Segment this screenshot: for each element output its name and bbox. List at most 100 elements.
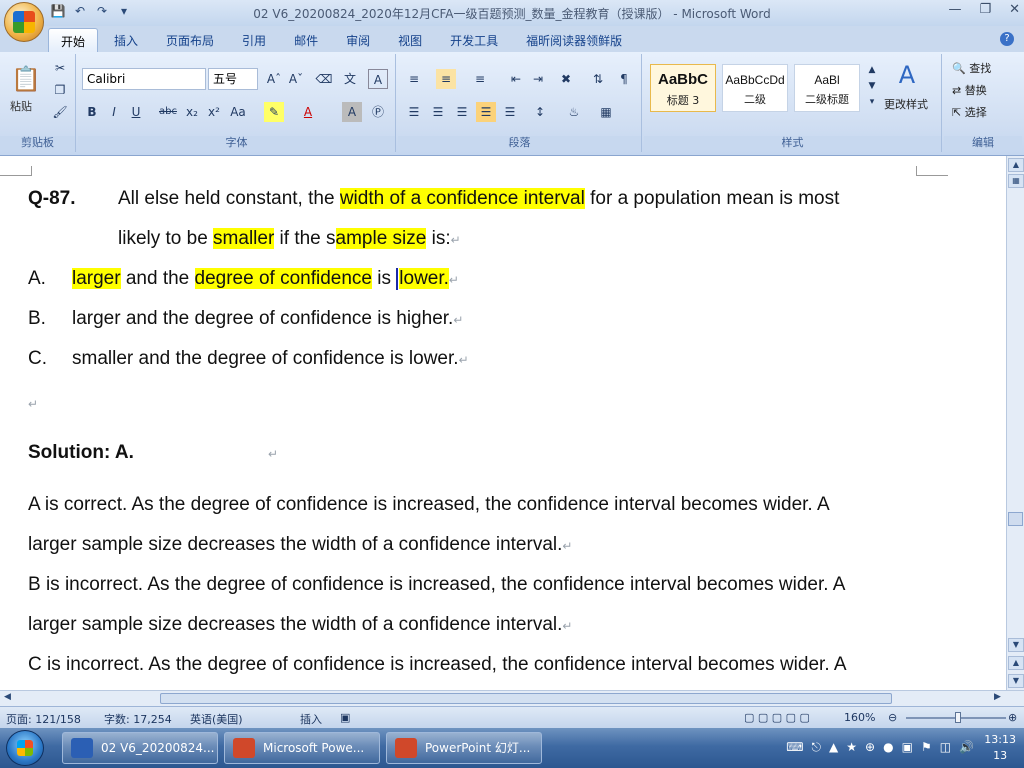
taskbar-item-powerpoint[interactable]: Microsoft Powe...: [224, 732, 380, 764]
horizontal-scrollbar[interactable]: ◀ ▶: [0, 690, 1024, 706]
insert-mode[interactable]: 插入: [300, 711, 322, 727]
select-button[interactable]: ⇱ 选择: [952, 104, 987, 120]
network-icon[interactable]: ◫: [940, 740, 951, 755]
tab-references[interactable]: 引用: [230, 28, 278, 52]
sort-icon[interactable]: ⇅: [588, 69, 608, 89]
numbering-icon[interactable]: ≡: [436, 69, 456, 89]
font-name-box[interactable]: Calibri: [82, 68, 206, 90]
view-buttons[interactable]: ▢ ▢ ▢ ▢ ▢: [744, 711, 810, 724]
close-icon[interactable]: ✕: [1009, 2, 1020, 17]
usb-icon[interactable]: ⎋: [812, 740, 822, 755]
macro-record-icon[interactable]: ▣: [340, 711, 350, 724]
line-spacing-icon[interactable]: ↕: [530, 102, 550, 122]
increase-indent-icon[interactable]: ⇥: [528, 69, 548, 89]
next-page-icon[interactable]: ▼: [1008, 674, 1024, 688]
distribute-icon[interactable]: ☰: [500, 102, 520, 122]
shading-icon[interactable]: ♨: [564, 102, 584, 122]
tab-home[interactable]: 开始: [48, 28, 99, 52]
taskbar-item-slideshow[interactable]: PowerPoint 幻灯...: [386, 732, 542, 764]
zoom-out-icon[interactable]: ⊖: [888, 711, 897, 724]
scroll-left-icon[interactable]: ◀: [4, 692, 11, 702]
enclose-char-icon[interactable]: Ⓟ: [368, 102, 388, 122]
multilevel-list-icon[interactable]: ≡: [470, 69, 490, 89]
volume-icon[interactable]: 🔊: [959, 740, 974, 755]
tab-page-layout[interactable]: 页面布局: [154, 28, 226, 52]
zoom-slider-knob[interactable]: [955, 712, 961, 723]
document-area[interactable]: Q-87. All else held constant, the width …: [0, 156, 1006, 690]
change-styles-icon[interactable]: A: [892, 60, 922, 90]
italic-icon[interactable]: I: [104, 102, 124, 122]
minimize-icon[interactable]: —: [948, 2, 961, 17]
align-right-icon[interactable]: ☰: [452, 102, 472, 122]
superscript-icon[interactable]: x²: [204, 102, 224, 122]
change-styles-label[interactable]: 更改样式: [884, 96, 928, 112]
vertical-scroll-thumb[interactable]: [1008, 512, 1023, 526]
scroll-right-icon[interactable]: ▶: [994, 692, 1001, 702]
grow-font-icon[interactable]: Aˆ: [264, 69, 284, 89]
app-icon[interactable]: ★: [846, 740, 857, 755]
borders-icon[interactable]: ▦: [596, 102, 616, 122]
style-level2-heading[interactable]: AaBl 二级标题: [794, 64, 860, 112]
clear-format-icon[interactable]: ⌫: [314, 69, 334, 89]
add-icon[interactable]: ⊕: [865, 740, 875, 755]
font-size-box[interactable]: 五号: [208, 68, 258, 90]
office-button[interactable]: [4, 2, 44, 42]
scroll-down-icon[interactable]: ▼: [1008, 638, 1024, 652]
keyboard-icon[interactable]: ⌨: [786, 740, 803, 755]
restore-icon[interactable]: ❐: [979, 2, 991, 17]
style-level2[interactable]: AaBbCcDd 二级: [722, 64, 788, 112]
ruler-toggle-icon[interactable]: ▦: [1008, 174, 1024, 188]
font-color-icon[interactable]: A: [298, 102, 318, 122]
justify-icon[interactable]: ☰: [476, 102, 496, 122]
show-hidden-icon[interactable]: ▲: [829, 740, 838, 755]
decrease-indent-icon[interactable]: ⇤: [506, 69, 526, 89]
help-icon[interactable]: ?: [1000, 32, 1014, 46]
solution-line-3: B is incorrect. As the degree of confide…: [28, 574, 846, 595]
strikethrough-icon[interactable]: abc: [158, 102, 178, 122]
vertical-scrollbar[interactable]: ▲ ▦ ▼ ▲ ▼: [1006, 156, 1024, 690]
format-painter-icon[interactable]: 🖌: [50, 102, 70, 122]
clock[interactable]: 13:13 13: [984, 732, 1016, 764]
scroll-up-icon[interactable]: ▲: [1008, 158, 1024, 172]
tab-insert[interactable]: 插入: [102, 28, 150, 52]
previous-page-icon[interactable]: ▲: [1008, 656, 1024, 670]
bullets-icon[interactable]: ≡: [404, 69, 424, 89]
align-left-icon[interactable]: ☰: [404, 102, 424, 122]
style-heading3[interactable]: AaBbC 标题 3: [650, 64, 716, 112]
change-case-icon[interactable]: Aa: [228, 102, 248, 122]
find-button[interactable]: 🔍 查找: [952, 60, 991, 76]
tab-mailings[interactable]: 邮件: [282, 28, 330, 52]
phonetic-guide-icon[interactable]: 文: [340, 69, 360, 89]
character-shading-icon[interactable]: A: [342, 102, 362, 122]
styles-scroll-icon[interactable]: ▲ ▼ ▾: [866, 62, 878, 114]
cut-icon[interactable]: ✂: [50, 58, 70, 78]
show-marks-icon[interactable]: ¶: [614, 69, 634, 89]
taskbar-item-word[interactable]: 02 V6_20200824...: [62, 732, 218, 764]
network-app-icon[interactable]: ●: [883, 740, 893, 755]
horizontal-scroll-thumb[interactable]: [160, 693, 892, 704]
tab-developer[interactable]: 开发工具: [438, 28, 510, 52]
bold-icon[interactable]: B: [82, 102, 102, 122]
align-center-icon[interactable]: ☰: [428, 102, 448, 122]
tab-view[interactable]: 视图: [386, 28, 434, 52]
chinese-layout-icon[interactable]: ✖: [556, 69, 576, 89]
zoom-level[interactable]: 160%: [844, 711, 875, 724]
tab-foxit[interactable]: 福昕阅读器领鲜版: [514, 28, 634, 52]
word-count[interactable]: 字数: 17,254: [104, 711, 172, 727]
start-button[interactable]: [6, 730, 44, 766]
paste-icon[interactable]: 📋: [10, 62, 42, 96]
character-border-icon[interactable]: A: [368, 69, 388, 89]
paste-label[interactable]: 粘贴: [10, 98, 32, 114]
subscript-icon[interactable]: x₂: [182, 102, 202, 122]
copy-icon[interactable]: ❐: [50, 80, 70, 100]
replace-button[interactable]: ⇄ 替换: [952, 82, 987, 98]
zoom-in-icon[interactable]: ⊕: [1008, 711, 1017, 724]
tab-review[interactable]: 审阅: [334, 28, 382, 52]
page-count[interactable]: 页面: 121/158: [6, 711, 81, 727]
underline-icon[interactable]: U: [126, 102, 146, 122]
highlight-icon[interactable]: ✎: [264, 102, 284, 122]
shrink-font-icon[interactable]: Aˇ: [286, 69, 306, 89]
flag-icon[interactable]: ⚑: [921, 740, 932, 755]
language-indicator[interactable]: 英语(美国): [190, 711, 243, 727]
device-icon[interactable]: ▣: [902, 740, 913, 755]
